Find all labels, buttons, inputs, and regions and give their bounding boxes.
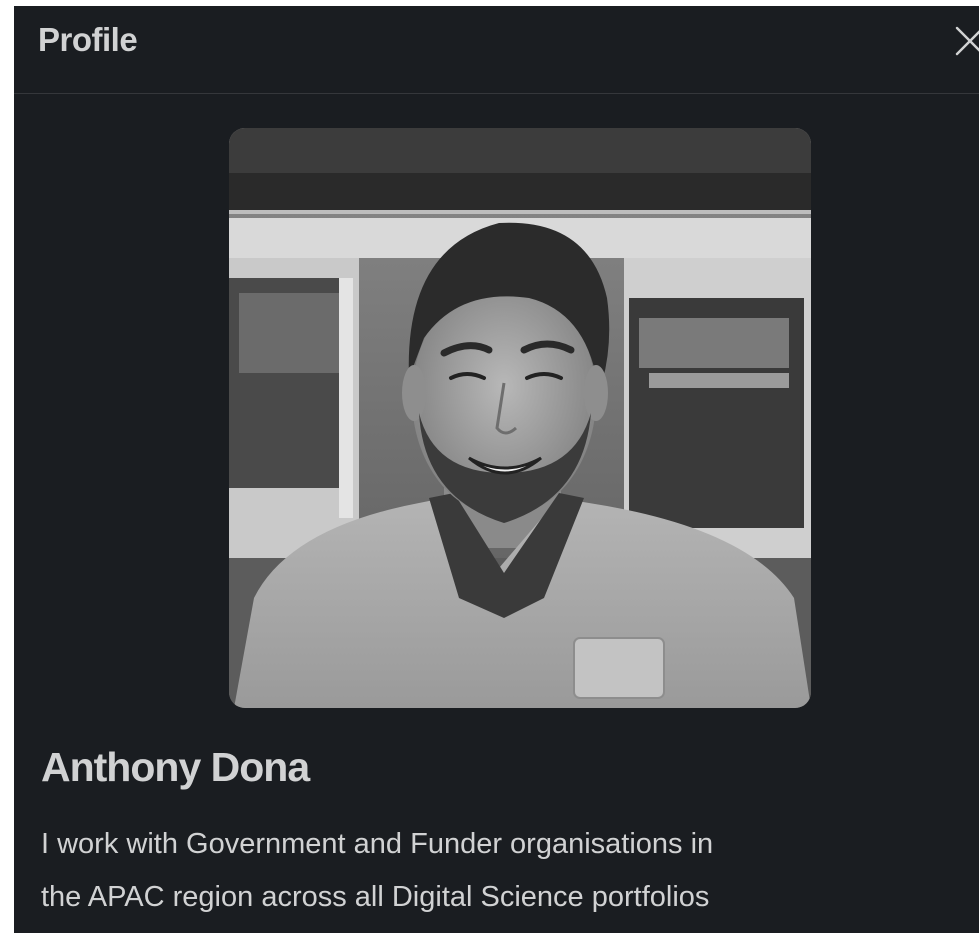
profile-photo xyxy=(229,128,811,708)
profile-panel: Profile Anthony Dona I work with Governm… xyxy=(14,6,979,933)
panel-title: Profile xyxy=(38,21,138,58)
profile-bio-line-2: the APAC region across all Digital Scien… xyxy=(41,881,710,913)
panel-header: Profile xyxy=(14,6,979,94)
close-icon-glyph xyxy=(955,26,979,56)
profile-bio: I work with Government and Funder organi… xyxy=(41,818,979,924)
close-icon[interactable] xyxy=(949,20,979,64)
profile-bio-line-1: I work with Government and Funder organi… xyxy=(41,828,714,860)
profile-name: Anthony Dona xyxy=(41,744,310,790)
profile-photo-image xyxy=(229,128,811,708)
